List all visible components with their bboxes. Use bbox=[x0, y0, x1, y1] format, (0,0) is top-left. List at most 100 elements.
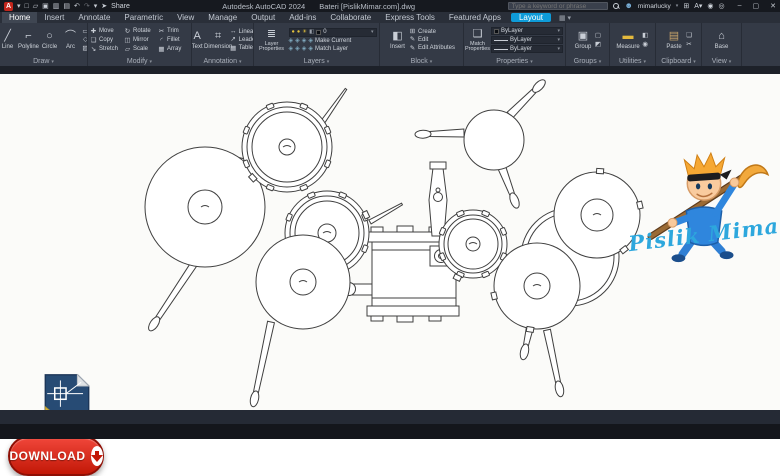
close-button[interactable]: ✕ bbox=[770, 2, 776, 10]
copy-clip-button[interactable]: ❏ bbox=[686, 32, 693, 39]
panel-clipboard-label[interactable]: Clipboard▾ bbox=[656, 57, 701, 66]
panel-view-label[interactable]: View▾ bbox=[702, 57, 741, 66]
minimize-button[interactable]: – bbox=[738, 2, 742, 10]
layer-tool-icon[interactable]: ◈ bbox=[308, 38, 313, 45]
property-select-2[interactable]: ByLayer▾ bbox=[491, 45, 563, 53]
point-button[interactable]: ◉ bbox=[642, 41, 649, 48]
tab-featured-apps[interactable]: Featured Apps bbox=[442, 12, 508, 23]
layer-tool-icon[interactable]: ◈ bbox=[295, 46, 300, 53]
stretch-button[interactable]: ↘Stretch bbox=[90, 45, 121, 53]
user-avatar-icon[interactable]: ☻ bbox=[625, 2, 633, 10]
layer-state-icon[interactable]: ● bbox=[297, 30, 300, 36]
panel-utilities-label[interactable]: Utilities▾ bbox=[610, 57, 655, 66]
tab-home[interactable]: Home bbox=[2, 12, 37, 23]
autodesk-app-icon[interactable]: A▾ bbox=[694, 2, 702, 10]
layer-tool-icon[interactable]: ◈ bbox=[302, 46, 307, 53]
layer-tool-icon[interactable]: ◈ bbox=[308, 46, 313, 53]
cart-icon[interactable]: ⊞ bbox=[683, 2, 689, 10]
layer-tool-icon[interactable]: ◈ bbox=[295, 38, 300, 45]
tab-layout[interactable]: Layout bbox=[511, 13, 551, 22]
tab-insert[interactable]: Insert bbox=[37, 12, 71, 23]
select-chevron-icon[interactable]: ▾ bbox=[557, 37, 560, 43]
panel-layers-label[interactable]: Layers▾ bbox=[254, 57, 379, 66]
panel-draw-label[interactable]: Draw▾ bbox=[0, 57, 87, 66]
group-edit-button[interactable]: ◩ bbox=[595, 41, 602, 48]
hatch-button[interactable]: ▨ bbox=[82, 45, 87, 52]
layer-state-icon[interactable]: ◧ bbox=[309, 30, 314, 36]
new-file-icon[interactable]: □ bbox=[25, 3, 29, 10]
layer-tool-icon[interactable]: ◈ bbox=[302, 38, 307, 45]
property-select-0[interactable]: ByLayer▾ bbox=[491, 27, 563, 35]
rectangle-button[interactable]: ▭ bbox=[82, 28, 87, 35]
make-current-button[interactable]: ◈◈◈◈Make Current bbox=[289, 38, 377, 45]
property-select-1[interactable]: ByLayer▾ bbox=[491, 36, 563, 44]
panel-annotation-label[interactable]: Annotation▾ bbox=[192, 57, 253, 66]
layer-dropdown[interactable]: ●●☀◧0▾ bbox=[289, 28, 377, 37]
search-icon[interactable] bbox=[613, 3, 620, 10]
select-chevron-icon[interactable]: ▾ bbox=[557, 46, 560, 52]
scale-button[interactable]: ▱Scale bbox=[124, 45, 155, 53]
tab-express-tools[interactable]: Express Tools bbox=[378, 12, 442, 23]
match-properties-button[interactable]: ❑Match Properties bbox=[466, 28, 489, 53]
layer-tool-icon[interactable]: ◈ bbox=[289, 46, 294, 53]
linear-button[interactable]: ↔Linear bbox=[230, 28, 253, 35]
plot-icon[interactable]: ▤ bbox=[63, 3, 70, 10]
share-label[interactable]: Share bbox=[111, 3, 130, 10]
panel-block-label[interactable]: Block▾ bbox=[380, 57, 463, 66]
tab-add-ins[interactable]: Add-ins bbox=[282, 12, 323, 23]
panel-groups-label[interactable]: Groups▾ bbox=[566, 57, 609, 66]
help-icon[interactable]: ◉ bbox=[707, 2, 713, 10]
array-button[interactable]: ▦Array bbox=[158, 45, 189, 53]
layer-tool-icon[interactable]: ◈ bbox=[289, 38, 294, 45]
circle-button[interactable]: ○Circle bbox=[40, 30, 59, 50]
search-input[interactable] bbox=[508, 2, 608, 10]
undo-icon[interactable]: ↶ bbox=[74, 3, 80, 10]
quick-select-button[interactable]: ◧ bbox=[642, 32, 649, 39]
layer-properties-button[interactable]: ≣Layer Properties bbox=[257, 28, 287, 53]
select-chevron-icon[interactable]: ▾ bbox=[557, 28, 560, 34]
layer-state-icon[interactable]: ● bbox=[292, 30, 295, 36]
mirror-button[interactable]: ◫Mirror bbox=[124, 36, 155, 44]
tab-annotate[interactable]: Annotate bbox=[71, 12, 117, 23]
tab-collaborate[interactable]: Collaborate bbox=[323, 12, 378, 23]
copy-button[interactable]: ❏Copy bbox=[90, 36, 121, 44]
drawing-canvas[interactable]: Pislik Mimar .dwg DOWNLOAD bbox=[0, 74, 780, 410]
save-icon[interactable]: ▣ bbox=[42, 3, 49, 10]
panel-modify-label[interactable]: Modify▾ bbox=[88, 57, 191, 66]
fillet-button[interactable]: ◜Fillet bbox=[158, 36, 189, 44]
line-button[interactable]: ╱Line bbox=[0, 30, 17, 50]
group-button[interactable]: ▣Group bbox=[574, 30, 593, 50]
user-chevron-icon[interactable]: ▾ bbox=[676, 3, 679, 9]
layer-state-icon[interactable]: ☀ bbox=[302, 30, 307, 36]
create-button[interactable]: ⊞Create bbox=[409, 28, 455, 35]
tab-parametric[interactable]: Parametric bbox=[117, 12, 170, 23]
measure-button[interactable]: ▬Measure bbox=[616, 30, 639, 50]
app-menu-chevron-icon[interactable]: ▾ bbox=[17, 3, 21, 10]
redo-icon[interactable]: ↷ bbox=[84, 3, 90, 10]
share-icon[interactable]: ➤ bbox=[101, 3, 107, 10]
table-button[interactable]: ▦Table bbox=[230, 45, 253, 52]
qat-customize-icon[interactable]: ▾ bbox=[94, 3, 98, 10]
cut-button[interactable]: ✂ bbox=[686, 41, 693, 48]
rotate-button[interactable]: ↻Rotate bbox=[124, 27, 155, 35]
arc-button[interactable]: ⌒Arc bbox=[61, 30, 80, 50]
match-layer-button[interactable]: ◈◈◈◈Match Layer bbox=[289, 46, 377, 53]
tab-manage[interactable]: Manage bbox=[201, 12, 244, 23]
move-button[interactable]: ✚Move bbox=[90, 27, 121, 35]
base-button[interactable]: ⌂Base bbox=[712, 30, 731, 50]
ungroup-button[interactable]: ▢ bbox=[595, 32, 602, 39]
layer-dropdown-chevron-icon[interactable]: ▾ bbox=[371, 29, 374, 35]
dimension-button[interactable]: ⌗Dimension bbox=[209, 30, 228, 50]
edit-button[interactable]: ✎Edit bbox=[409, 36, 455, 43]
trim-button[interactable]: ✂Trim bbox=[158, 27, 189, 35]
polyline-button[interactable]: ⌐Polyline bbox=[19, 30, 38, 50]
tab-view[interactable]: View bbox=[170, 12, 201, 23]
user-name[interactable]: mimarlucky bbox=[638, 3, 671, 10]
maximize-button[interactable]: ▢ bbox=[753, 2, 760, 10]
ellipse-button[interactable]: ◇ bbox=[82, 36, 87, 43]
leader-button[interactable]: ↗Leader bbox=[230, 36, 253, 43]
autocad-logo-icon[interactable]: A bbox=[4, 2, 13, 11]
save-as-icon[interactable]: ▥ bbox=[53, 3, 60, 10]
tab-output[interactable]: Output bbox=[244, 12, 282, 23]
tab-overflow-icon[interactable]: ▦ ▾ bbox=[554, 12, 576, 23]
